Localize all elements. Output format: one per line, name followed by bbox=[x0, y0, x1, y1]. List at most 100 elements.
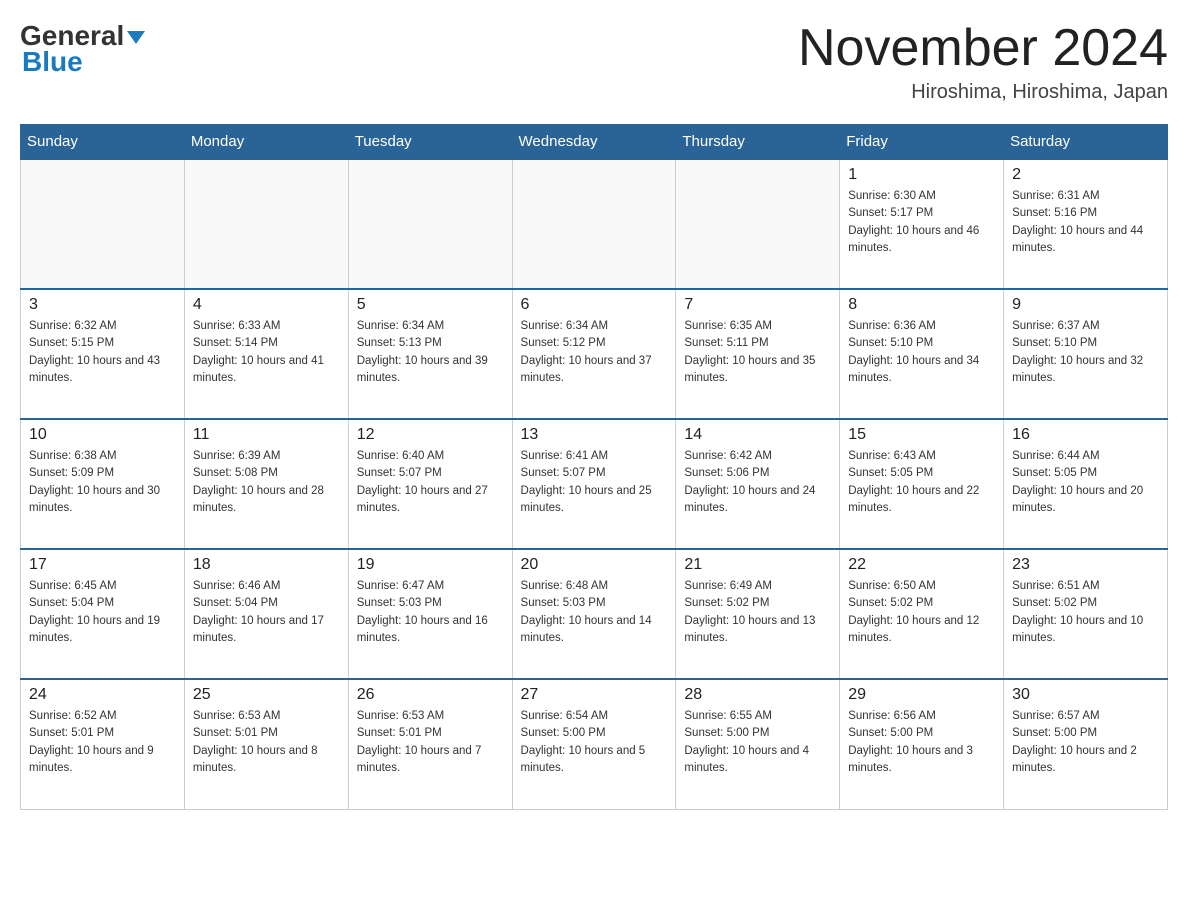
day-info: Sunrise: 6:52 AMSunset: 5:01 PMDaylight:… bbox=[29, 708, 176, 777]
calendar-day-cell bbox=[184, 159, 348, 289]
logo-triangle-icon bbox=[127, 31, 145, 44]
title-area: November 2024 Hiroshima, Hiroshima, Japa… bbox=[798, 20, 1168, 104]
day-info: Sunrise: 6:47 AMSunset: 5:03 PMDaylight:… bbox=[357, 578, 504, 647]
calendar-day-header: Sunday bbox=[21, 125, 185, 160]
day-number: 22 bbox=[848, 556, 995, 574]
calendar-week-row: 17 Sunrise: 6:45 AMSunset: 5:04 PMDayligh… bbox=[21, 549, 1168, 679]
calendar-day-cell: 12 Sunrise: 6:40 AMSunset: 5:07 PMDayligh… bbox=[348, 419, 512, 549]
logo-blue-text: Blue bbox=[22, 46, 83, 78]
calendar-day-cell: 5Sunrise: 6:34 AMSunset: 5:13 PMDaylight… bbox=[348, 289, 512, 419]
day-number: 3 bbox=[29, 296, 176, 314]
day-number: 26 bbox=[357, 686, 504, 704]
day-number: 6 bbox=[521, 296, 668, 314]
calendar-day-cell: 9 Sunrise: 6:37 AMSunset: 5:10 PMDaylight… bbox=[1004, 289, 1168, 419]
day-number: 24 bbox=[29, 686, 176, 704]
calendar-day-cell: 26 Sunrise: 6:53 AMSunset: 5:01 PMDayligh… bbox=[348, 679, 512, 809]
calendar-day-cell: 25 Sunrise: 6:53 AMSunset: 5:01 PMDayligh… bbox=[184, 679, 348, 809]
day-number: 30 bbox=[1012, 686, 1159, 704]
calendar-day-cell: 16 Sunrise: 6:44 AMSunset: 5:05 PMDayligh… bbox=[1004, 419, 1168, 549]
day-number: 27 bbox=[521, 686, 668, 704]
day-info: Sunrise: 6:32 AMSunset: 5:15 PMDaylight:… bbox=[29, 318, 176, 387]
day-info: Sunrise: 6:44 AMSunset: 5:05 PMDaylight:… bbox=[1012, 448, 1159, 517]
day-number: 19 bbox=[357, 556, 504, 574]
calendar-day-header: Tuesday bbox=[348, 125, 512, 160]
day-info: Sunrise: 6:40 AMSunset: 5:07 PMDaylight:… bbox=[357, 448, 504, 517]
day-number: 13 bbox=[521, 426, 668, 444]
calendar-day-cell: 27 Sunrise: 6:54 AMSunset: 5:00 PMDayligh… bbox=[512, 679, 676, 809]
calendar-day-cell: 21 Sunrise: 6:49 AMSunset: 5:02 PMDayligh… bbox=[676, 549, 840, 679]
day-number: 14 bbox=[684, 426, 831, 444]
calendar-day-cell: 8 Sunrise: 6:36 AMSunset: 5:10 PMDaylight… bbox=[840, 289, 1004, 419]
day-number: 7 bbox=[684, 296, 831, 314]
day-number: 1 bbox=[848, 166, 995, 184]
day-number: 9 bbox=[1012, 296, 1159, 314]
day-number: 20 bbox=[521, 556, 668, 574]
day-info: Sunrise: 6:34 AMSunset: 5:12 PMDaylight:… bbox=[521, 318, 668, 387]
calendar-day-header: Monday bbox=[184, 125, 348, 160]
calendar-day-cell: 6 Sunrise: 6:34 AMSunset: 5:12 PMDaylight… bbox=[512, 289, 676, 419]
day-number: 2 bbox=[1012, 166, 1159, 184]
day-info: Sunrise: 6:41 AMSunset: 5:07 PMDaylight:… bbox=[521, 448, 668, 517]
calendar-day-cell: 15Sunrise: 6:43 AMSunset: 5:05 PMDayligh… bbox=[840, 419, 1004, 549]
day-info: Sunrise: 6:49 AMSunset: 5:02 PMDaylight:… bbox=[684, 578, 831, 647]
day-number: 11 bbox=[193, 426, 340, 444]
calendar-day-cell: 11 Sunrise: 6:39 AMSunset: 5:08 PMDayligh… bbox=[184, 419, 348, 549]
calendar-table: SundayMondayTuesdayWednesdayThursdayFrid… bbox=[20, 124, 1168, 810]
day-info: Sunrise: 6:33 AMSunset: 5:14 PMDaylight:… bbox=[193, 318, 340, 387]
day-info: Sunrise: 6:53 AMSunset: 5:01 PMDaylight:… bbox=[193, 708, 340, 777]
calendar-day-cell: 13 Sunrise: 6:41 AMSunset: 5:07 PMDayligh… bbox=[512, 419, 676, 549]
day-info: Sunrise: 6:34 AMSunset: 5:13 PMDaylight:… bbox=[357, 318, 504, 387]
calendar-day-cell: 10Sunrise: 6:38 AMSunset: 5:09 PMDayligh… bbox=[21, 419, 185, 549]
calendar-day-cell: 24 Sunrise: 6:52 AMSunset: 5:01 PMDayligh… bbox=[21, 679, 185, 809]
calendar-day-cell: 2Sunrise: 6:31 AMSunset: 5:16 PMDaylight… bbox=[1004, 159, 1168, 289]
day-info: Sunrise: 6:50 AMSunset: 5:02 PMDaylight:… bbox=[848, 578, 995, 647]
day-info: Sunrise: 6:45 AMSunset: 5:04 PMDaylight:… bbox=[29, 578, 176, 647]
calendar-day-cell: 3 Sunrise: 6:32 AMSunset: 5:15 PMDaylight… bbox=[21, 289, 185, 419]
calendar-day-cell: 14 Sunrise: 6:42 AMSunset: 5:06 PMDayligh… bbox=[676, 419, 840, 549]
calendar-day-cell: 18Sunrise: 6:46 AMSunset: 5:04 PMDayligh… bbox=[184, 549, 348, 679]
calendar-day-cell bbox=[348, 159, 512, 289]
day-number: 25 bbox=[193, 686, 340, 704]
day-info: Sunrise: 6:30 AMSunset: 5:17 PMDaylight:… bbox=[848, 188, 995, 257]
day-number: 21 bbox=[684, 556, 831, 574]
day-info: Sunrise: 6:36 AMSunset: 5:10 PMDaylight:… bbox=[848, 318, 995, 387]
calendar-week-row: 24 Sunrise: 6:52 AMSunset: 5:01 PMDayligh… bbox=[21, 679, 1168, 809]
day-number: 8 bbox=[848, 296, 995, 314]
calendar-week-row: 10Sunrise: 6:38 AMSunset: 5:09 PMDayligh… bbox=[21, 419, 1168, 549]
day-number: 23 bbox=[1012, 556, 1159, 574]
day-number: 28 bbox=[684, 686, 831, 704]
day-info: Sunrise: 6:42 AMSunset: 5:06 PMDaylight:… bbox=[684, 448, 831, 517]
day-number: 12 bbox=[357, 426, 504, 444]
day-info: Sunrise: 6:56 AMSunset: 5:00 PMDaylight:… bbox=[848, 708, 995, 777]
calendar-day-cell: 28Sunrise: 6:55 AMSunset: 5:00 PMDayligh… bbox=[676, 679, 840, 809]
location-subtitle: Hiroshima, Hiroshima, Japan bbox=[798, 81, 1168, 104]
day-info: Sunrise: 6:39 AMSunset: 5:08 PMDaylight:… bbox=[193, 448, 340, 517]
day-number: 29 bbox=[848, 686, 995, 704]
calendar-day-cell: 17 Sunrise: 6:45 AMSunset: 5:04 PMDayligh… bbox=[21, 549, 185, 679]
calendar-day-cell: 4 Sunrise: 6:33 AMSunset: 5:14 PMDaylight… bbox=[184, 289, 348, 419]
calendar-day-header: Thursday bbox=[676, 125, 840, 160]
calendar-day-header: Saturday bbox=[1004, 125, 1168, 160]
calendar-day-header: Friday bbox=[840, 125, 1004, 160]
day-info: Sunrise: 6:57 AMSunset: 5:00 PMDaylight:… bbox=[1012, 708, 1159, 777]
calendar-day-cell bbox=[512, 159, 676, 289]
day-info: Sunrise: 6:51 AMSunset: 5:02 PMDaylight:… bbox=[1012, 578, 1159, 647]
calendar-day-cell: 29 Sunrise: 6:56 AMSunset: 5:00 PMDayligh… bbox=[840, 679, 1004, 809]
day-info: Sunrise: 6:54 AMSunset: 5:00 PMDaylight:… bbox=[521, 708, 668, 777]
day-number: 4 bbox=[193, 296, 340, 314]
day-info: Sunrise: 6:38 AMSunset: 5:09 PMDaylight:… bbox=[29, 448, 176, 517]
calendar-day-cell: 30 Sunrise: 6:57 AMSunset: 5:00 PMDayligh… bbox=[1004, 679, 1168, 809]
day-info: Sunrise: 6:43 AMSunset: 5:05 PMDaylight:… bbox=[848, 448, 995, 517]
calendar-day-cell bbox=[676, 159, 840, 289]
calendar-day-cell: 20 Sunrise: 6:48 AMSunset: 5:03 PMDayligh… bbox=[512, 549, 676, 679]
calendar-day-cell: 22 Sunrise: 6:50 AMSunset: 5:02 PMDayligh… bbox=[840, 549, 1004, 679]
calendar-day-header: Wednesday bbox=[512, 125, 676, 160]
day-info: Sunrise: 6:37 AMSunset: 5:10 PMDaylight:… bbox=[1012, 318, 1159, 387]
day-info: Sunrise: 6:53 AMSunset: 5:01 PMDaylight:… bbox=[357, 708, 504, 777]
calendar-day-cell: 1 Sunrise: 6:30 AMSunset: 5:17 PMDaylight… bbox=[840, 159, 1004, 289]
calendar-day-cell: 23 Sunrise: 6:51 AMSunset: 5:02 PMDayligh… bbox=[1004, 549, 1168, 679]
day-info: Sunrise: 6:48 AMSunset: 5:03 PMDaylight:… bbox=[521, 578, 668, 647]
page-header: General Blue November 2024 Hiroshima, Hi… bbox=[20, 20, 1168, 104]
day-number: 16 bbox=[1012, 426, 1159, 444]
day-number: 17 bbox=[29, 556, 176, 574]
